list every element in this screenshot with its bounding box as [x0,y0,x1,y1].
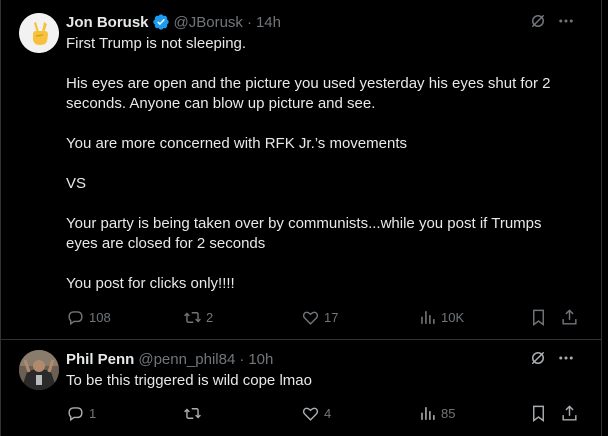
analytics-icon [421,406,435,420]
share-button[interactable] [560,306,579,328]
avatar[interactable] [19,13,59,53]
grok-icon[interactable] [529,349,547,367]
post-text: To be this triggered is wild cope lmao [66,371,571,391]
like-button[interactable]: 17 [301,306,338,328]
separator-dot: · [246,13,252,31]
post[interactable]: Jon Borusk @JBorusk · 14h First Trump is… [1,0,601,340]
author-handle[interactable]: @JBorusk [174,14,243,31]
person-photo-icon [19,350,59,390]
post-header: Phil Penn @penn_phil84 · 10h [66,349,593,369]
views-count: 85 [441,405,456,421]
like-button[interactable]: 4 [301,402,331,424]
views-button[interactable]: 85 [418,402,455,424]
post-header: Jon Borusk @JBorusk · 14h [66,12,593,32]
post-paragraph: VS [66,175,87,192]
bookmark-button[interactable] [529,306,548,328]
post-paragraph: To be this triggered is wild cope lmao [66,372,312,389]
post-actions: 108 2 17 10K [66,306,579,328]
reply-button[interactable]: 108 [66,306,111,328]
views-button[interactable]: 10K [418,306,464,328]
share-button[interactable] [560,402,579,424]
post-paragraph: You are more concerned with RFK Jr.’s mo… [66,135,407,152]
repost-count: 2 [206,309,214,325]
reply-button[interactable]: 1 [66,402,96,424]
bookmark-icon [533,405,544,422]
post-paragraph: First Trump is not sleeping. [66,35,247,52]
post[interactable]: Phil Penn @penn_phil84 · 10h To be this … [1,341,601,436]
repost-icon [184,407,201,419]
author-name[interactable]: Jon Borusk [66,14,149,31]
verified-badge-icon [152,13,170,31]
heart-icon [302,311,319,325]
share-icon [562,404,577,421]
views-count: 10K [441,309,465,325]
reply-count: 108 [89,309,111,325]
grok-icon[interactable] [529,12,547,30]
repost-icon [184,311,201,323]
reply-count: 1 [89,405,97,421]
bookmark-icon [533,309,544,326]
post-timestamp[interactable]: 14h [256,14,281,31]
post-paragraph: You post for clicks only!!!! [66,275,235,292]
peace-hand-icon [19,13,59,53]
like-count: 17 [324,309,339,325]
separator-dot: · [239,350,245,368]
reply-icon [68,406,83,421]
timeline-border-right [601,0,602,436]
author-name[interactable]: Phil Penn [66,351,134,368]
repost-button[interactable]: 2 [183,306,213,328]
bookmark-button[interactable] [529,402,548,424]
avatar[interactable] [19,350,59,390]
analytics-icon [421,310,435,324]
heart-icon [302,407,319,421]
post-paragraph: His eyes are open and the picture you us… [66,75,555,112]
post-paragraph: Your party is being taken over by commun… [66,215,546,252]
post-text: First Trump is not sleeping. His eyes ar… [66,34,571,294]
author-handle[interactable]: @penn_phil84 [138,351,235,368]
repost-button[interactable] [183,402,206,424]
more-options-icon[interactable] [557,12,575,30]
reply-icon [68,310,83,325]
post-actions: 1 4 85 [66,402,579,424]
like-count: 4 [324,405,332,421]
more-options-icon[interactable] [557,349,575,367]
post-timestamp[interactable]: 10h [248,351,273,368]
share-icon [562,308,577,325]
